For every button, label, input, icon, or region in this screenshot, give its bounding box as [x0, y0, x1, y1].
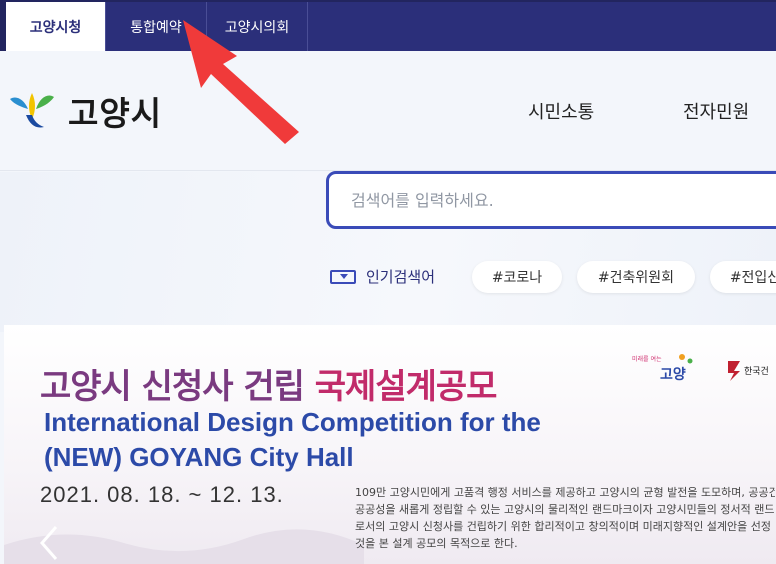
goyang-slogan-logo: 미래를 여는 고양	[632, 354, 693, 383]
banner-description-line: 109만 고양시민에게 고품격 행정 서비스를 제공하고 고양시의 균형 발전을…	[355, 486, 775, 499]
goyang-logo-icon	[10, 93, 54, 128]
top-tab-bar: 고양시청 통합예약 고양시의회	[0, 0, 776, 51]
search-box[interactable]	[326, 171, 776, 229]
keyword-chip[interactable]: #코로나	[472, 261, 562, 293]
popular-keywords-label: 인기검색어	[366, 268, 436, 286]
banner-title-part2: 국제설계공모	[314, 367, 498, 407]
chevron-left-icon[interactable]	[34, 523, 64, 563]
site-logo[interactable]: 고양시	[6, 87, 162, 135]
banner-description: 109만 고양시민에게 고품격 행정 서비스를 제공하고 고양시의 균형 발전을…	[355, 484, 775, 552]
tab-city-council[interactable]: 고양시의회	[207, 2, 308, 51]
korean-organization-logo: 한국건	[728, 361, 769, 381]
tab-goyang-city[interactable]: 고양시청	[0, 2, 106, 51]
logo-text: 고양시	[68, 94, 163, 133]
search-input[interactable]	[351, 186, 751, 214]
tab-integrated-reservation[interactable]: 통합예약	[106, 2, 207, 51]
banner-title-part1: 고양시 신청사 건립	[40, 367, 315, 407]
logo2-text: 한국건	[744, 366, 769, 377]
nav-e-civil-service[interactable]: 전자민원	[683, 98, 749, 124]
banner-date: 2021. 08. 18. ~ 12. 13.	[40, 482, 284, 507]
banner-description-line: 로서의 고양시 신청사를 건립하기 위한 합리적이고 창의적이며 미래지향적인 …	[355, 520, 772, 533]
keyword-chip[interactable]: #전입신	[710, 261, 776, 293]
banner-description-line: 것을 본 설계 공모의 목적으로 한다.	[355, 537, 518, 550]
banner-description-line: 공공성을 새롭게 정립할 수 있는 고양시의 물리적인 랜드마크이자 고양시민들…	[355, 503, 775, 516]
logo1-text: 고양	[660, 367, 686, 383]
main-banner[interactable]: 고양시 신청사 건립 국제설계공모 International Design C…	[4, 325, 776, 564]
banner-title: 고양시 신청사 건립 국제설계공모	[40, 359, 498, 408]
logo1-sub-text: 미래를 여는	[632, 355, 662, 363]
banner-title-english: International Design Competition for the…	[44, 407, 541, 472]
nav-citizen-communication[interactable]: 시민소통	[528, 98, 594, 124]
popular-keywords-icon	[330, 269, 356, 284]
site-header: 고양시 시민소통 전자민원	[0, 51, 776, 171]
keyword-chip[interactable]: #건축위원회	[577, 261, 695, 293]
popular-keywords[interactable]: 인기검색어	[330, 266, 435, 287]
